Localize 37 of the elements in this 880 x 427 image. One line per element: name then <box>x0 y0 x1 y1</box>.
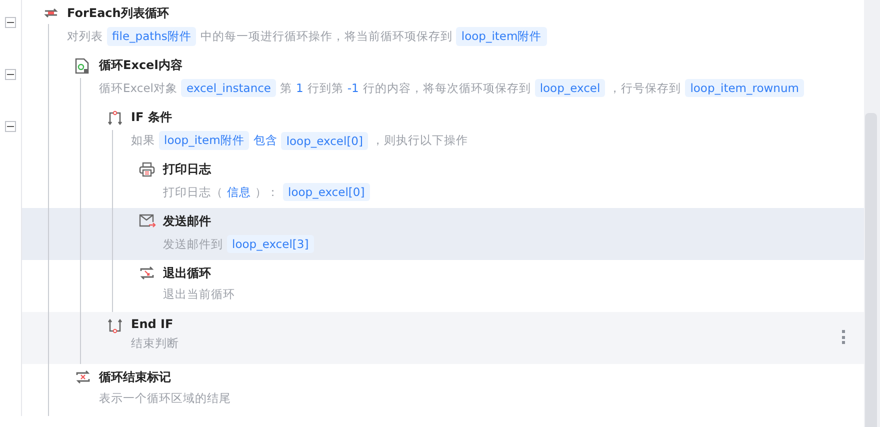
step-title: 循环结束标记 <box>99 369 172 386</box>
mail-icon <box>139 214 156 228</box>
collapse-toggle[interactable] <box>5 69 16 80</box>
step-title: 发送邮件 <box>163 213 212 230</box>
step-title: IF 条件 <box>131 109 173 126</box>
merge-icon <box>107 318 123 334</box>
step-description: 打印日志（ 信息 ）： loop_excel[0] <box>163 183 370 201</box>
step-title: 退出循环 <box>163 265 212 282</box>
step-row[interactable]: 退出循环 退出当前循环 <box>22 260 864 312</box>
more-icon[interactable] <box>842 330 846 344</box>
step-title: 循环Excel内容 <box>99 57 184 74</box>
step-description: 结束判断 <box>131 336 179 351</box>
step-title: ForEach列表循环 <box>67 5 170 22</box>
step-description: 循环Excel对象 excel_instance 第 1 行到第 -1 行的内容，将每次循环项保存到 loop_excel ，行号保存到 loop_item_rownum <box>99 79 804 97</box>
step-description: 发送邮件到 loop_excel[3] <box>163 235 314 253</box>
step-description: 对列表 file_paths附件 中的每一项进行循环操作，将当前循环项保存到 loop_item附件 <box>67 27 547 46</box>
step-row[interactable]: 打印日志 打印日志（ 信息 ）： loop_excel[0] <box>22 156 864 208</box>
step-row[interactable]: ForEach列表循环 对列表 file_paths附件 中的每一项进行循环操作，将当前循环项保存到 loop_item附件 <box>22 0 864 52</box>
step-row[interactable]: 循环Excel内容 循环Excel对象 excel_instance 第 1 行到第 -1 行的内容，将每次循环项保存到 loop_excel ，行号保存到 loop_item_rownum <box>22 52 864 104</box>
loop-end-icon <box>75 370 91 384</box>
printer-icon <box>139 162 155 177</box>
step-row[interactable]: 发送邮件 发送邮件到 loop_excel[3] <box>22 208 864 260</box>
step-title: 打印日志 <box>163 161 212 178</box>
step-description: 表示一个循环区域的结尾 <box>99 391 231 406</box>
branch-icon <box>107 110 123 126</box>
document-icon <box>75 58 89 74</box>
loop-exit-icon <box>139 266 155 280</box>
step-row[interactable]: IF 条件 如果 loop_item附件 包含 loop_excel[0] ，则执行以下操作 <box>22 104 864 156</box>
step-title: End IF <box>131 317 174 331</box>
scrollbar[interactable] <box>864 0 880 427</box>
step-row[interactable]: End IF 结束判断 <box>22 312 864 364</box>
collapse-toggle[interactable] <box>5 17 16 28</box>
step-description: 如果 loop_item附件 包含 loop_excel[0] ，则执行以下操作 <box>131 131 468 150</box>
step-description: 退出当前循环 <box>163 287 235 302</box>
collapse-toggle[interactable] <box>5 121 16 132</box>
loop-icon <box>43 6 59 20</box>
step-row[interactable]: 循环结束标记 表示一个循环区域的结尾 <box>22 364 864 416</box>
